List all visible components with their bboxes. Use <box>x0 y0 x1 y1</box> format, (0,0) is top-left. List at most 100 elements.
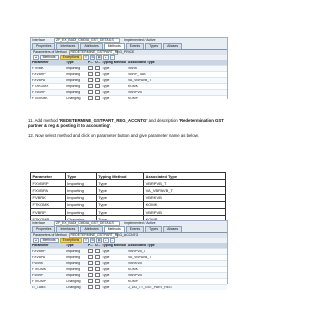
checkbox[interactable] <box>88 260 94 265</box>
cell-optional[interactable] <box>94 83 101 90</box>
col-optional[interactable]: O... <box>94 244 101 247</box>
table-row[interactable]: FXVBRP Importing Type VBRPVB_T <box>31 248 227 254</box>
cell-type[interactable]: Importing <box>65 268 87 271</box>
cell-optional[interactable] <box>94 95 101 102</box>
cell-pass-value[interactable] <box>87 272 94 279</box>
cell-typing-method[interactable]: Type <box>101 91 127 94</box>
col-typing-method[interactable]: Typing Method <box>101 244 127 247</box>
checkbox[interactable] <box>88 284 94 289</box>
cell-parameter[interactable]: FTXKOMX <box>31 85 65 88</box>
col-pass-value[interactable]: P... <box>87 61 94 64</box>
col-optional[interactable]: O... <box>94 61 101 64</box>
delete-row-icon[interactable]: − <box>109 237 116 244</box>
table-row[interactable]: FXVBPA Importing Type VA_VBPAVB_T <box>31 254 227 260</box>
cut-icon[interactable]: ✂ <box>83 54 89 61</box>
cell-associated-type[interactable]: VBRPVB <box>127 91 227 94</box>
cell-type[interactable]: Importing <box>65 256 87 259</box>
cell-associated-type[interactable]: KOMP <box>127 280 227 283</box>
cell-parameter[interactable]: FXVBRP <box>31 250 65 253</box>
cell-optional[interactable] <box>94 278 101 285</box>
cell-typing-method[interactable]: Type <box>101 274 127 277</box>
tab-properties[interactable]: Properties <box>32 43 56 49</box>
col-typing-method[interactable]: Typing Method <box>101 61 127 64</box>
checkbox[interactable] <box>88 254 94 259</box>
cell-type[interactable]: Changing <box>65 97 87 100</box>
cell-pass-value[interactable] <box>87 89 94 96</box>
cell-parameter[interactable]: FTRMK <box>31 67 65 70</box>
table-row[interactable]: IT_TABS Changing Type J_1IG_TT_GST_PART_REG <box>31 284 227 290</box>
cell-typing-method[interactable]: Type <box>101 73 127 76</box>
cell-type[interactable]: Importing <box>65 91 87 94</box>
checkbox[interactable] <box>95 83 101 88</box>
cell-type[interactable]: Importing <box>65 67 87 70</box>
cell-parameter[interactable]: FXVBPA <box>31 79 65 82</box>
cell-parameter[interactable]: FTKOMP <box>31 280 65 283</box>
back-arrow-icon[interactable]: ◂ <box>33 54 39 61</box>
cell-typing-method[interactable]: Type <box>101 280 127 283</box>
tab-events[interactable]: Events <box>125 43 145 49</box>
tab-interfaces[interactable]: Interfaces <box>56 226 80 232</box>
cell-type[interactable]: Importing <box>65 73 87 76</box>
cell-parameter[interactable]: FT0XKMK <box>31 97 65 100</box>
tab-attributes[interactable]: Attributes <box>80 43 103 49</box>
checkbox[interactable] <box>88 272 94 277</box>
exceptions-button[interactable]: Exceptions <box>59 54 83 61</box>
checkbox[interactable] <box>88 248 94 253</box>
table-row[interactable]: FTKOMP Changing Type KOMP <box>31 278 227 284</box>
delete-row-icon[interactable]: − <box>109 54 116 61</box>
checkbox[interactable] <box>88 95 94 100</box>
table-row[interactable]: FXVBPA Importing Type VA_VBPAVB_T <box>31 77 227 83</box>
cell-optional[interactable] <box>94 248 101 255</box>
checkbox[interactable] <box>95 77 101 82</box>
table-row[interactable]: FVBRK Importing Type VBRKVB <box>31 260 227 266</box>
checkbox[interactable] <box>95 278 101 283</box>
cell-parameter[interactable]: FXVBRP <box>31 73 65 76</box>
cell-pass-value[interactable] <box>87 266 94 273</box>
cell-typing-method[interactable]: Type <box>101 262 127 265</box>
tab-methods[interactable]: Methods <box>103 43 125 49</box>
cell-type[interactable]: Changing <box>65 286 87 289</box>
cell-parameter[interactable]: FTVBRP <box>31 91 65 94</box>
cell-type[interactable]: Importing <box>65 250 87 253</box>
cell-parameter[interactable]: FTKOMK <box>31 268 65 271</box>
checkbox[interactable] <box>88 65 94 70</box>
cell-pass-value[interactable] <box>87 254 94 261</box>
cell-pass-value[interactable] <box>87 83 94 90</box>
cell-optional[interactable] <box>94 89 101 96</box>
tab-types[interactable]: Types <box>145 43 163 49</box>
col-pass-value[interactable]: P... <box>87 244 94 247</box>
insert-row-icon[interactable]: + <box>102 54 109 61</box>
cell-pass-value[interactable] <box>87 260 94 267</box>
checkbox[interactable] <box>95 65 101 70</box>
cell-optional[interactable] <box>94 284 101 291</box>
col-type[interactable]: Type <box>65 244 87 247</box>
methods-button[interactable]: Methods <box>39 237 59 244</box>
cell-associated-type[interactable]: KOMK <box>127 268 227 271</box>
cell-associated-type[interactable]: J_1IG_TT_GST_PART_REG <box>127 286 227 289</box>
table-row[interactable]: FXVBRP Importing Type VBRP_TAB <box>31 71 227 77</box>
cell-pass-value[interactable] <box>87 71 94 78</box>
checkbox[interactable] <box>95 95 101 100</box>
table-row[interactable]: FT0XKMK Changing Type KOMP <box>31 95 227 101</box>
checkbox[interactable] <box>95 266 101 271</box>
col-associated-type[interactable]: Associated Type <box>127 244 227 247</box>
methods-button[interactable]: Methods <box>39 54 59 61</box>
cell-optional[interactable] <box>94 272 101 279</box>
cell-associated-type[interactable]: KOMK <box>127 85 227 88</box>
table-row[interactable]: FTXKOMX Importing Type KOMK <box>31 83 227 89</box>
cell-associated-type[interactable]: KOMP <box>127 97 227 100</box>
col-associated-type[interactable]: Associated Type <box>127 61 227 64</box>
table-row[interactable]: FTRMK Importing Type VBRK <box>31 65 227 71</box>
checkbox[interactable] <box>88 89 94 94</box>
checkbox[interactable] <box>88 278 94 283</box>
cell-typing-method[interactable]: Type <box>101 268 127 271</box>
copy-icon[interactable]: ⧉ <box>89 237 96 244</box>
cell-pass-value[interactable] <box>87 65 94 72</box>
cell-optional[interactable] <box>94 71 101 78</box>
cell-optional[interactable] <box>94 266 101 273</box>
cell-type[interactable]: Changing <box>65 280 87 283</box>
cell-associated-type[interactable]: VBRKVB <box>127 262 227 265</box>
cell-pass-value[interactable] <box>87 278 94 285</box>
tab-aliases[interactable]: Aliases <box>163 43 183 49</box>
checkbox[interactable] <box>88 71 94 76</box>
